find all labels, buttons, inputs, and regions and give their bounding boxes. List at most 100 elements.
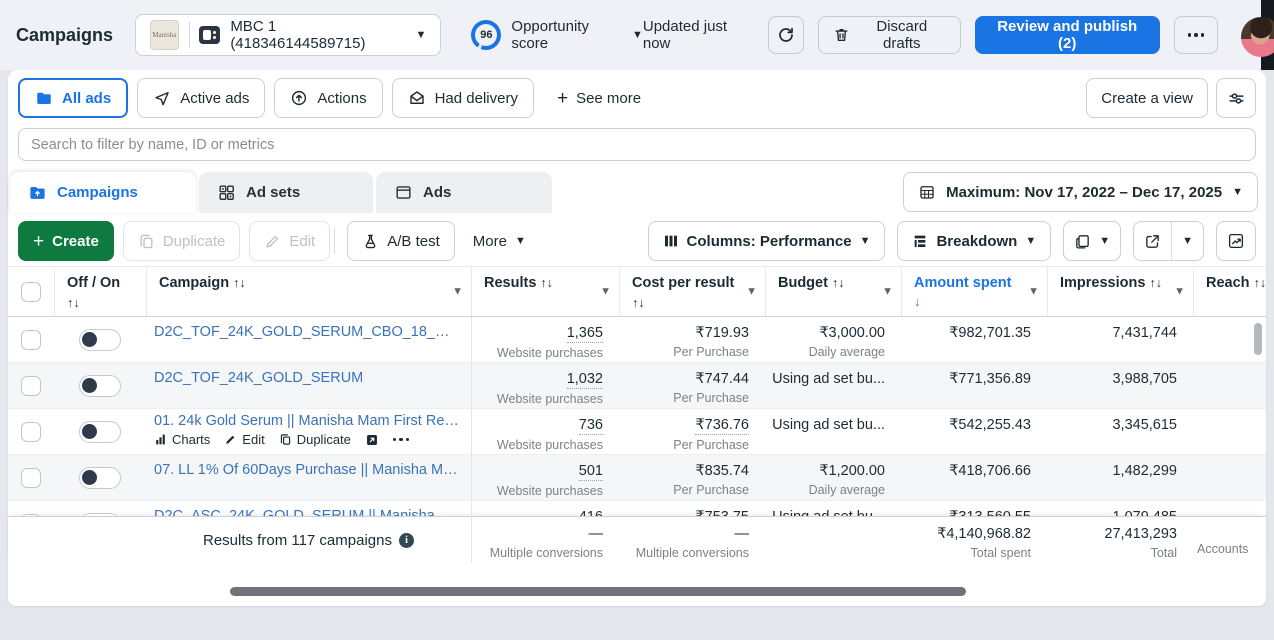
export-menu-toggle[interactable]: ▼ — [1171, 222, 1203, 260]
ab-test-button[interactable]: A/B test — [347, 221, 455, 261]
tab-label: Ad sets — [246, 184, 300, 201]
reports-button[interactable]: ▼ — [1063, 221, 1121, 261]
review-publish-label: Review and publish (2) — [990, 18, 1145, 52]
opportunity-score-menu[interactable]: 96 Opportunity score ▼ — [471, 18, 642, 52]
column-menu-icon[interactable]: ▼ — [1028, 284, 1039, 299]
column-amount-spent[interactable]: Amount spent↓▼ — [901, 267, 1047, 316]
column-menu-icon[interactable]: ▼ — [882, 284, 893, 299]
impressions-value: 1,079,485 — [1112, 508, 1177, 516]
impressions-value: 3,345,615 — [1112, 416, 1177, 434]
discard-drafts-label: Discard drafts — [858, 18, 945, 52]
filter-label: All ads — [62, 90, 111, 107]
row-checkbox[interactable] — [21, 376, 41, 396]
off-on-toggle[interactable] — [79, 513, 121, 517]
divider — [334, 228, 335, 254]
tab-ad-sets[interactable]: Ad sets — [199, 172, 373, 213]
results-value[interactable]: 416 — [579, 508, 603, 516]
ad-account-selector[interactable]: Manisha MBC 1 (418346144589715) ▼ — [135, 14, 441, 56]
cost-value[interactable]: ₹736.76 — [695, 416, 749, 435]
campaign-link[interactable]: D2C_ASC_24K_GOLD_SERUM || Manisha M... — [154, 508, 459, 516]
off-on-toggle[interactable] — [79, 467, 121, 489]
chevron-down-icon: ▼ — [1099, 236, 1110, 247]
off-on-toggle[interactable] — [79, 329, 121, 351]
campaign-link[interactable]: D2C_TOF_24K_GOLD_SERUM_CBO_18_DEC — [154, 324, 459, 340]
column-menu-icon[interactable]: ▼ — [1174, 284, 1185, 299]
filter-active-ads[interactable]: Active ads — [137, 78, 265, 118]
search-input[interactable] — [18, 128, 1256, 161]
more-menu[interactable]: More ▼ — [473, 233, 526, 250]
off-on-toggle[interactable] — [79, 375, 121, 397]
search-row — [18, 128, 1256, 161]
column-campaign[interactable]: Campaign ↑↓▼ — [146, 267, 471, 316]
columns-button[interactable]: Columns: Performance ▼ — [648, 221, 886, 261]
create-label: Create — [52, 233, 99, 250]
campaigns-table: Off / On ↑↓ Campaign ↑↓▼ Results ↑↓▼ Cos… — [8, 266, 1266, 563]
refresh-button[interactable] — [768, 16, 804, 54]
filter-actions[interactable]: Actions — [274, 78, 382, 118]
date-range-selector[interactable]: Maximum: Nov 17, 2022 – Dec 17, 2025 ▼ — [903, 172, 1258, 212]
create-button[interactable]: + Create — [18, 221, 114, 261]
campaign-link[interactable]: 01. 24k Gold Serum || Manisha Mam First … — [154, 413, 459, 429]
cost-type: Per Purchase — [673, 483, 749, 497]
cost-type: Per Purchase — [673, 438, 749, 452]
see-more-button[interactable]: + See more — [557, 89, 641, 108]
open-action[interactable] — [365, 433, 379, 447]
vertical-scrollbar[interactable] — [1254, 323, 1262, 355]
filter-all-ads[interactable]: All ads — [18, 78, 128, 118]
breakdown-label: Breakdown — [936, 233, 1017, 250]
column-menu-icon[interactable]: ▼ — [600, 284, 611, 299]
review-publish-button[interactable]: Review and publish (2) — [975, 16, 1160, 54]
breakdown-button[interactable]: Breakdown ▼ — [897, 221, 1051, 261]
duplicate-button[interactable]: Duplicate — [123, 221, 241, 261]
results-value[interactable]: 736 — [579, 416, 603, 435]
off-on-toggle[interactable] — [79, 421, 121, 443]
more-label: More — [473, 233, 507, 250]
tab-campaigns[interactable]: Campaigns — [10, 172, 196, 213]
duplicate-action[interactable]: Duplicate — [279, 432, 351, 447]
row-checkbox[interactable] — [21, 422, 41, 442]
columns-icon — [663, 233, 679, 249]
column-menu-icon[interactable]: ▼ — [452, 284, 463, 299]
avatar[interactable] — [1241, 17, 1274, 57]
tab-ads[interactable]: Ads — [376, 172, 552, 213]
discard-drafts-button[interactable]: Discard drafts — [818, 16, 960, 54]
column-impressions[interactable]: Impressions ↑↓▼ — [1047, 267, 1193, 316]
account-logo: Manisha — [150, 20, 179, 50]
results-value[interactable]: 501 — [579, 462, 603, 481]
more-row-actions[interactable] — [393, 438, 410, 442]
column-menu-icon[interactable]: ▼ — [746, 284, 757, 299]
more-options-button[interactable] — [1174, 16, 1218, 54]
column-off-on[interactable]: Off / On ↑↓ — [54, 267, 146, 316]
envelope-icon — [408, 89, 426, 107]
view-settings-button[interactable] — [1216, 78, 1256, 118]
table-header-row: Off / On ↑↓ Campaign ↑↓▼ Results ↑↓▼ Cos… — [8, 267, 1266, 317]
column-budget[interactable]: Budget ↑↓▼ — [765, 267, 901, 316]
campaign-link[interactable]: D2C_TOF_24K_GOLD_SERUM — [154, 370, 459, 386]
results-value[interactable]: 1,365 — [567, 324, 603, 343]
tab-label: Campaigns — [57, 184, 138, 201]
filter-had-delivery[interactable]: Had delivery — [392, 78, 534, 118]
edit-button[interactable]: Edit — [249, 221, 330, 261]
row-checkbox[interactable] — [21, 468, 41, 488]
arrow-up-circle-icon — [290, 89, 308, 107]
column-reach[interactable]: Reach ↑↓ — [1193, 267, 1266, 316]
charts-action[interactable]: Charts — [154, 432, 210, 447]
horizontal-scrollbar[interactable] — [230, 587, 966, 596]
info-icon[interactable]: i — [399, 533, 414, 548]
campaign-link[interactable]: 07. LL 1% Of 60Days Purchase || Manisha … — [154, 462, 459, 478]
export-action[interactable] — [1134, 222, 1171, 260]
export-button[interactable]: ▼ — [1133, 221, 1204, 261]
row-checkbox[interactable] — [21, 514, 41, 517]
create-view-button[interactable]: Create a view — [1086, 78, 1208, 118]
column-results[interactable]: Results ↑↓▼ — [471, 267, 619, 316]
edit-action[interactable]: Edit — [224, 432, 264, 447]
main-panel: All ads Active ads Actions Had delivery … — [8, 70, 1266, 606]
filter-label: Active ads — [180, 90, 249, 107]
charts-panel-button[interactable] — [1216, 221, 1256, 261]
row-checkbox[interactable] — [21, 330, 41, 350]
summary-empty — [54, 517, 146, 563]
filter-label: Actions — [317, 90, 366, 107]
column-cost-per-result[interactable]: Cost per result ↑↓▼ — [619, 267, 765, 316]
results-value[interactable]: 1,032 — [567, 370, 603, 389]
select-all-checkbox[interactable] — [21, 282, 41, 302]
